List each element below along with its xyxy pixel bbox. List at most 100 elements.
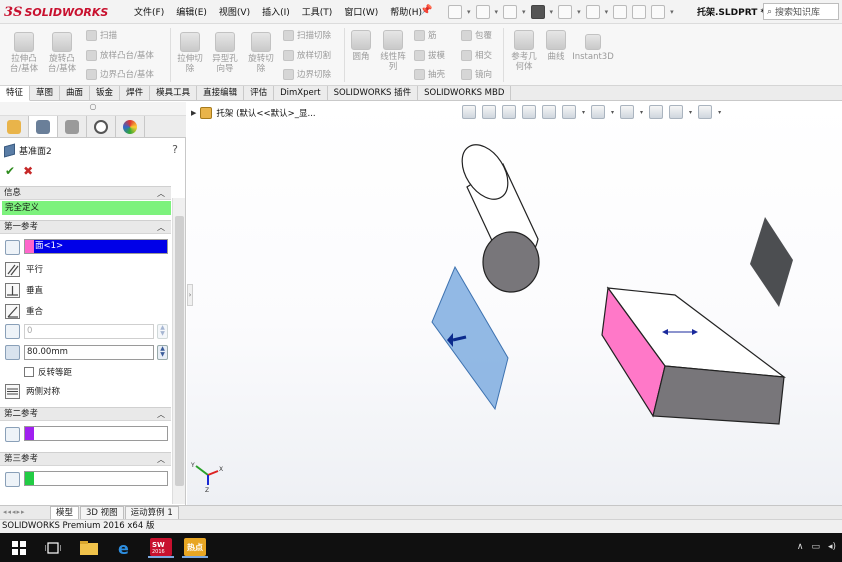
angle-icon[interactable] bbox=[5, 324, 20, 339]
instant3d-button[interactable]: Instant3D bbox=[572, 34, 614, 62]
windows-start-icon[interactable] bbox=[8, 537, 30, 558]
tab-display-manager[interactable] bbox=[116, 116, 145, 137]
reference-geometry-button[interactable]: 参考几 何体 bbox=[507, 30, 541, 72]
tab-mold-tools[interactable]: 模具工具 bbox=[150, 86, 198, 101]
tab-surfaces[interactable]: 曲面 bbox=[60, 86, 91, 101]
box-body[interactable] bbox=[601, 286, 787, 425]
knowledge-base-search[interactable]: ⌕ 搜索知识库 bbox=[763, 3, 839, 20]
extrude-cut-button[interactable]: 拉伸切 除 bbox=[174, 32, 206, 74]
hole-wizard-button[interactable]: 异型孔 向导 bbox=[208, 32, 242, 74]
menu-edit[interactable]: 编辑(E) bbox=[170, 5, 213, 18]
curves-button[interactable]: 曲线 bbox=[542, 30, 570, 62]
menu-tools[interactable]: 工具(T) bbox=[296, 5, 339, 18]
loft-boss-button[interactable]: 放样凸台/基体 bbox=[86, 49, 154, 61]
third-reference-field[interactable] bbox=[24, 471, 168, 486]
volume-icon[interactable]: ◂) bbox=[828, 542, 836, 552]
tab-model[interactable]: 模型 bbox=[50, 506, 80, 519]
message-section-header[interactable]: 信息 ︿ bbox=[0, 186, 171, 200]
tab-property-manager[interactable] bbox=[29, 116, 58, 137]
intersect-button[interactable]: 相交 bbox=[461, 49, 492, 61]
ok-check-icon[interactable]: ✔ bbox=[5, 164, 15, 178]
tab-feature-manager[interactable] bbox=[0, 116, 29, 137]
menu-window[interactable]: 窗口(W) bbox=[338, 5, 384, 18]
second-reference-field[interactable] bbox=[24, 426, 168, 441]
tab-sketch[interactable]: 草图 bbox=[30, 86, 61, 101]
tab-sheet-metal[interactable]: 钣金 bbox=[90, 86, 121, 101]
sweep-cut-button[interactable]: 扫描切除 bbox=[283, 29, 331, 41]
tab-evaluate[interactable]: 评估 bbox=[244, 86, 275, 101]
boundary-cut-button[interactable]: 边界切除 bbox=[283, 68, 331, 80]
panel-scrollbar[interactable] bbox=[172, 198, 185, 504]
offset-distance-input[interactable]: 80.00mm bbox=[24, 345, 154, 360]
graphics-area[interactable]: › ▶ 托架 (默认<<默认>_显... ▾ ▾ ▾ ▾ ▾ Y X Z bbox=[187, 102, 842, 505]
flip-offset-checkbox[interactable]: 反转等距 bbox=[24, 365, 72, 379]
offset-distance-spinner[interactable]: ▲ ▼ bbox=[157, 345, 168, 360]
revolve-boss-button[interactable]: 旋转凸 台/基体 bbox=[44, 32, 80, 74]
second-reference-icon bbox=[5, 427, 20, 442]
angle-spinner[interactable]: ▲ ▼ bbox=[157, 324, 168, 339]
linear-pattern-button[interactable]: 线性阵 列 bbox=[376, 30, 410, 72]
menu-insert[interactable]: 插入(I) bbox=[256, 5, 296, 18]
tab-weldments[interactable]: 焊件 bbox=[120, 86, 151, 101]
task-view-icon[interactable] bbox=[42, 537, 64, 558]
hotspot-app-icon[interactable]: 热点 bbox=[182, 537, 208, 558]
menu-view[interactable]: 视图(V) bbox=[213, 5, 256, 18]
cylinder-body[interactable] bbox=[453, 136, 540, 293]
mirror-button[interactable]: 镜向 bbox=[461, 68, 492, 80]
select-icon[interactable] bbox=[585, 5, 600, 19]
extrude-boss-button[interactable]: 拉伸凸 台/基体 bbox=[6, 32, 42, 74]
parallel-option[interactable]: 平行 bbox=[5, 261, 43, 277]
tab-dimxpert[interactable]: DimXpert bbox=[274, 86, 328, 101]
edge-browser-icon[interactable]: e bbox=[114, 537, 136, 558]
second-reference-header[interactable]: 第二参考 ︿ bbox=[0, 407, 171, 421]
scrollbar-thumb[interactable] bbox=[175, 216, 184, 486]
tab-3d-views[interactable]: 3D 视图 bbox=[80, 506, 124, 519]
tab-motion-study[interactable]: 运动算例 1 bbox=[124, 506, 179, 519]
reference-triad[interactable]: Y X Z bbox=[190, 457, 226, 493]
angle-input[interactable]: 0 bbox=[24, 324, 154, 339]
sweep-button[interactable]: 扫描 bbox=[86, 29, 117, 41]
shell-button[interactable]: 抽壳 bbox=[414, 68, 445, 80]
menu-file[interactable]: 文件(F) bbox=[128, 5, 170, 18]
help-icon[interactable]: ? bbox=[172, 143, 178, 156]
save-icon[interactable] bbox=[503, 5, 518, 19]
undo-icon[interactable] bbox=[558, 5, 573, 19]
file-explorer-icon[interactable] bbox=[78, 537, 100, 558]
revolve-cut-button[interactable]: 旋转切 除 bbox=[244, 32, 278, 74]
open-icon[interactable] bbox=[475, 5, 490, 19]
tab-features[interactable]: 特征 bbox=[0, 86, 31, 101]
fillet-icon bbox=[351, 30, 371, 50]
coincident-option[interactable]: 重合 bbox=[5, 303, 43, 319]
third-reference-header[interactable]: 第三参考 ︿ bbox=[0, 452, 171, 466]
tab-scroll-arrows[interactable]: ◂◂◂▸▸ bbox=[0, 506, 50, 519]
offset-distance-icon[interactable] bbox=[5, 345, 20, 360]
pin-menu-icon[interactable]: 📌 bbox=[420, 5, 432, 16]
network-icon[interactable]: ▭ bbox=[811, 542, 820, 552]
perpendicular-option[interactable]: 垂直 bbox=[5, 282, 43, 298]
panel-splitter-handle[interactable]: ○ bbox=[0, 102, 186, 116]
rebuild-icon[interactable] bbox=[613, 5, 628, 19]
flip-offset-box[interactable] bbox=[24, 367, 34, 377]
first-reference-header[interactable]: 第一参考 ︿ bbox=[0, 220, 171, 234]
first-reference-field[interactable]: 面<1> bbox=[24, 239, 168, 254]
tab-direct-editing[interactable]: 直接编辑 bbox=[197, 86, 245, 101]
loft-cut-button[interactable]: 放样切割 bbox=[283, 49, 331, 61]
tab-mbd[interactable]: SOLIDWORKS MBD bbox=[418, 86, 512, 101]
cancel-x-icon[interactable]: ✖ bbox=[23, 164, 33, 178]
draft-button[interactable]: 拔模 bbox=[414, 49, 445, 61]
wrap-button[interactable]: 包覆 bbox=[461, 29, 492, 41]
new-document-icon[interactable] bbox=[448, 5, 462, 19]
tab-addins[interactable]: SOLIDWORKS 插件 bbox=[328, 86, 419, 101]
mid-plane-option[interactable]: 两侧对称 bbox=[5, 383, 60, 399]
rib-button[interactable]: 筋 bbox=[414, 29, 437, 41]
tray-expand-icon[interactable]: ∧ bbox=[797, 542, 804, 552]
print-icon[interactable] bbox=[530, 5, 545, 19]
tab-configuration-manager[interactable] bbox=[58, 116, 87, 137]
fillet-button[interactable]: 圆角 bbox=[348, 30, 374, 62]
solidworks-taskbar-icon[interactable]: SW 2016 bbox=[148, 537, 174, 558]
solidworks-logo[interactable]: 3S SOLIDWORKS bbox=[4, 3, 124, 21]
file-properties-icon[interactable] bbox=[632, 5, 647, 19]
boundary-boss-button[interactable]: 边界凸台/基体 bbox=[86, 68, 154, 80]
tab-dimxpert-manager[interactable] bbox=[87, 116, 116, 137]
options-gear-icon[interactable] bbox=[651, 5, 666, 19]
